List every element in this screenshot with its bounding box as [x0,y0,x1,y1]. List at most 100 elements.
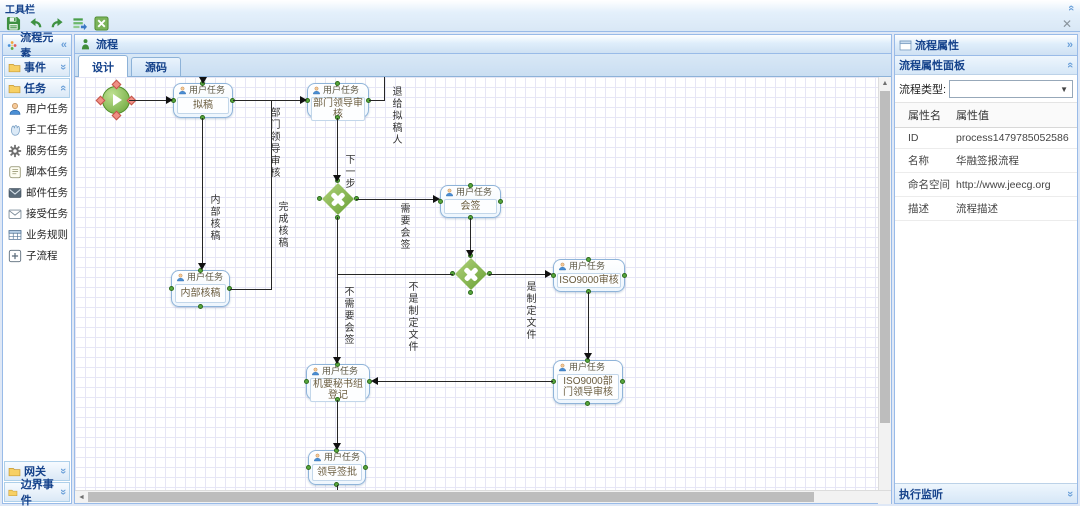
node-name: ISO9000审核 [557,273,621,288]
connection-dot[interactable] [620,379,625,384]
scroll-up-icon[interactable]: ▲ [879,77,891,90]
property-value[interactable]: process1479785052586 [952,127,1077,149]
task-node-secretary-register[interactable]: 用户任务 机要秘书组登记 [304,362,372,402]
flow-edge[interactable] [588,292,589,353]
process-icon [79,38,92,51]
edge-label: 完成核稿 [276,201,287,249]
property-value[interactable]: http://www.jeecg.org [952,172,1077,197]
node-type-label: 用户任务 [324,452,361,462]
flow-edge[interactable] [337,217,338,357]
exclusive-gateway-2[interactable] [450,253,492,295]
process-type-select[interactable]: ▼ [949,80,1073,98]
flow-edge[interactable] [230,289,271,290]
task-node-leader-approval[interactable]: 用户任务 领导签批 [306,448,368,487]
connection-dot[interactable] [467,183,473,188]
connection-dot[interactable] [586,257,591,262]
export-button[interactable] [72,16,87,31]
scroll-left-icon[interactable]: ◄ [75,494,88,501]
connection-dot[interactable] [306,464,311,470]
validate-button[interactable] [94,16,109,31]
node-type-label: 用户任务 [569,362,606,372]
script-icon [8,165,22,179]
flow-edge[interactable] [470,218,471,250]
user-task-icon [176,273,185,282]
column-header: 属性名 [895,102,952,128]
flow-edge[interactable] [369,100,385,101]
connection-dot[interactable] [304,379,309,384]
toolbar-collapse-icon[interactable]: « [1065,5,1077,11]
process-type-label: 流程类型: [899,84,947,96]
horizontal-scroll-thumb[interactable] [88,492,814,502]
connection-dot[interactable] [197,304,203,309]
flow-edge[interactable] [129,100,166,101]
palette-item-service-task[interactable]: 服务任务 [3,140,71,161]
close-icon[interactable]: ✕ [1060,18,1074,30]
flow-edge[interactable] [356,199,433,200]
user-task-icon [313,453,322,462]
property-name: 命名空间 [895,172,952,197]
start-event[interactable] [95,79,137,121]
properties-board-header[interactable]: 流程属性面板 « [895,56,1077,75]
connection-dot[interactable] [622,272,627,278]
flow-edge[interactable] [338,274,453,275]
tab-design[interactable]: 设计 [78,55,128,77]
task-node-dept-leader-review[interactable]: 用户任务 部门领导审核 [305,81,371,121]
property-value[interactable]: 华融签报流程 [952,148,1077,173]
palette-item-subprocess[interactable]: 子流程 [3,245,71,266]
connection-dot[interactable] [363,464,368,470]
palette-section-tasks[interactable]: 任务 « [4,78,70,98]
flow-edge[interactable] [384,77,385,100]
user-task-icon [311,367,320,376]
chevron-down-icon: » [56,63,69,71]
palette-item-user-task[interactable]: 用户任务 [3,98,71,119]
connection-dot[interactable] [317,196,322,201]
tab-source[interactable]: 源码 [131,57,181,76]
connection-dot[interactable] [585,401,590,406]
save-button[interactable] [6,16,21,31]
vertical-scrollbar[interactable]: ▲ [878,77,891,490]
flow-edge[interactable] [202,118,203,263]
chevron-down-icon: » [56,488,69,496]
property-value[interactable]: 流程描述 [952,196,1077,221]
node-type-label: 用户任务 [189,85,226,95]
flow-edge[interactable] [378,381,553,382]
palette-section-events[interactable]: 事件 » [4,57,70,77]
plus-box-icon [8,249,22,263]
connection-dot[interactable] [335,81,340,86]
node-type-label: 用户任务 [323,85,360,95]
flow-edge[interactable] [489,274,545,275]
connection-dot[interactable] [468,290,473,295]
folder-icon [8,465,21,478]
task-node-countersign[interactable]: 用户任务 会签 [438,183,503,220]
edge-label: 部门领导审核 [268,107,279,179]
properties-table: 属性名 属性值 ID process1479785052586 名称 华融签报流… [895,102,1077,221]
task-node-draft[interactable]: 用户任务 拟稿 [171,81,235,120]
task-node-internal-review[interactable]: 用户任务 内部核稿 [169,268,232,309]
horizontal-scrollbar[interactable]: ◄ [75,490,891,504]
edge-label: 内部核稿 [208,194,219,242]
flow-edge[interactable] [337,400,338,443]
table-row: 名称 华融签报流程 [895,148,1077,173]
connection-dot[interactable] [169,285,174,291]
vertical-scroll-thumb[interactable] [880,91,890,423]
play-icon [113,94,122,106]
process-canvas[interactable]: 用户任务 拟稿 用户任务 部门领导审核 用户任务 会签 [75,77,878,490]
palette-collapse-icon[interactable]: « [61,40,67,51]
task-node-iso9000-dept-leader-review[interactable]: 用户任务 ISO9000部门领导审核 [551,358,625,406]
palette-item-script-task[interactable]: 脚本任务 [3,161,71,182]
palette-item-mail-task[interactable]: 邮件任务 [3,182,71,203]
properties-collapse-icon[interactable]: » [1067,40,1073,51]
palette-item-receive-task[interactable]: 接受任务 [3,203,71,224]
flow-edge[interactable] [337,118,338,175]
palette-item-business-rule[interactable]: 业务规则 [3,224,71,245]
node-type-label: 用户任务 [322,366,359,376]
task-node-iso9000-review[interactable]: 用户任务 ISO9000审核 [551,257,627,294]
node-name: 领导签批 [312,464,362,481]
palette-item-manual-task[interactable]: 手工任务 [3,119,71,140]
execution-listener-header[interactable]: 执行监听 » [895,483,1077,503]
flow-edge[interactable] [337,485,338,490]
edge-label: 下一步 [343,154,354,190]
flow-edge[interactable] [233,100,300,101]
connection-dot[interactable] [498,198,503,204]
palette-section-boundary-events[interactable]: 边界事件 » [4,479,70,506]
